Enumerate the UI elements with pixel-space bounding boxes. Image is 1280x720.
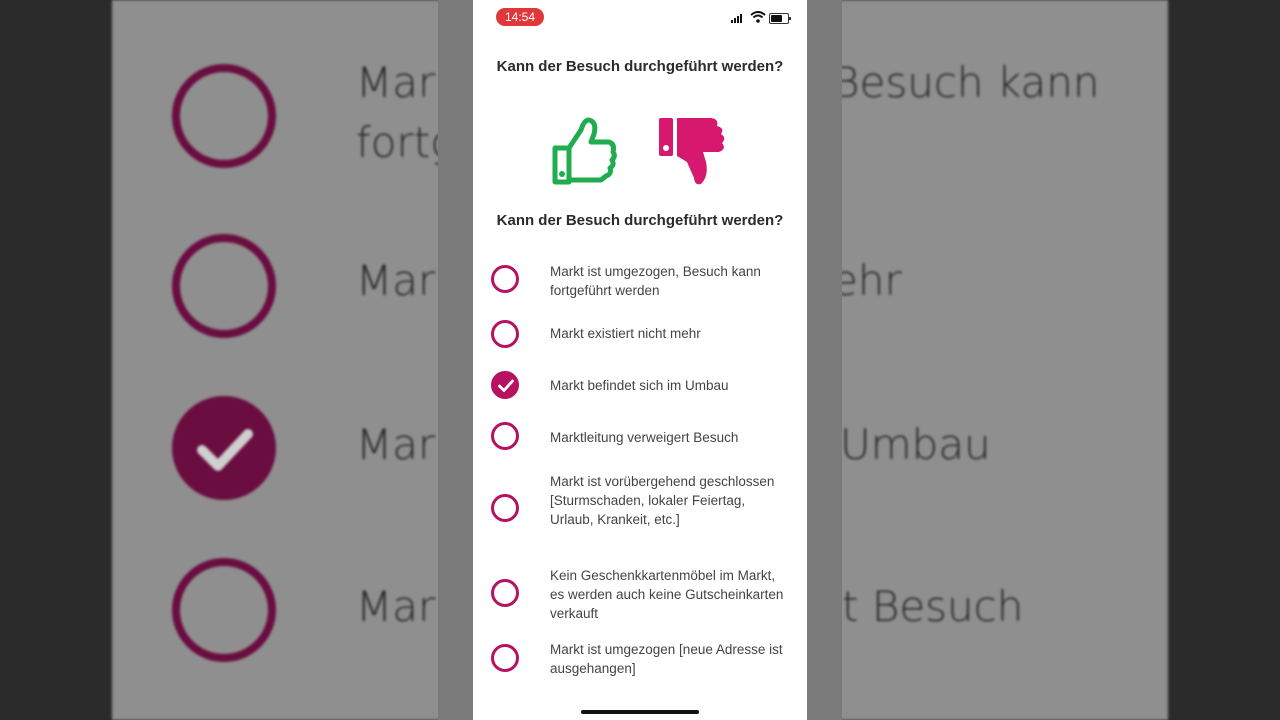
thumbs-up-icon[interactable] bbox=[551, 116, 617, 186]
phone-screen: 14:54 Kann der Besuch durchgeführt werde… bbox=[473, 0, 807, 720]
radio-button-checked[interactable] bbox=[491, 371, 519, 399]
bg-text: Mar bbox=[356, 256, 436, 305]
bg-radio-icon bbox=[172, 558, 276, 662]
option-item[interactable]: Markt existiert nicht mehr bbox=[489, 318, 799, 352]
bg-text: Umbau bbox=[840, 420, 991, 469]
option-label: Marktleitung verweigert Besuch bbox=[550, 430, 739, 445]
option-label: Markt befindet sich im Umbau bbox=[550, 378, 729, 393]
radio-button[interactable] bbox=[491, 494, 519, 522]
option-label: Markt ist vorübergehend geschlossen [Stu… bbox=[550, 474, 775, 527]
option-item[interactable]: Markt ist vorübergehend geschlossen [Stu… bbox=[489, 472, 799, 552]
status-bar: 14:54 bbox=[473, 0, 807, 34]
wifi-icon bbox=[750, 11, 766, 23]
radio-button[interactable] bbox=[491, 579, 519, 607]
bg-text: Mar bbox=[356, 582, 436, 631]
checkmark-icon bbox=[498, 379, 514, 392]
bg-text: Besuch kann bbox=[832, 58, 1100, 107]
bg-text: Mar bbox=[356, 420, 436, 469]
bg-radio-icon bbox=[172, 234, 276, 338]
right-dark-bar bbox=[1168, 0, 1280, 720]
question-title-2: Kann der Besuch durchgeführt werden? bbox=[496, 212, 784, 229]
bg-text: ehr bbox=[832, 256, 902, 305]
option-item[interactable]: Markt ist umgezogen, Besuch kann fortgef… bbox=[489, 262, 799, 302]
bg-text: t Besuch bbox=[842, 582, 1024, 631]
option-item[interactable]: Kein Geschenkkartenmöbel im Markt, es we… bbox=[489, 566, 799, 626]
option-label: Kein Geschenkkartenmöbel im Markt, es we… bbox=[550, 568, 784, 621]
radio-button[interactable] bbox=[491, 644, 519, 672]
radio-button[interactable] bbox=[491, 422, 519, 450]
status-time: 14:54 bbox=[496, 8, 544, 26]
option-label: Markt ist umgezogen, Besuch kann fortgef… bbox=[550, 264, 761, 298]
radio-button[interactable] bbox=[491, 320, 519, 348]
question-title-1: Kann der Besuch durchgeführt werden? bbox=[496, 58, 784, 75]
option-item[interactable]: Markt ist umgezogen [neue Adresse ist au… bbox=[489, 640, 799, 682]
bg-radio-icon bbox=[172, 64, 276, 168]
option-item-selected[interactable]: Markt befindet sich im Umbau bbox=[489, 369, 799, 403]
bg-radio-checked-icon bbox=[172, 396, 276, 500]
option-label: Markt ist umgezogen [neue Adresse ist au… bbox=[550, 642, 783, 676]
option-label: Markt existiert nicht mehr bbox=[550, 326, 701, 341]
thumbs-down-icon[interactable] bbox=[659, 116, 729, 186]
bg-text: Mar bbox=[356, 58, 436, 107]
battery-icon bbox=[769, 13, 791, 24]
left-dark-bar bbox=[0, 0, 112, 720]
radio-button[interactable] bbox=[491, 265, 519, 293]
option-item[interactable]: Marktleitung verweigert Besuch bbox=[489, 420, 799, 454]
home-indicator[interactable] bbox=[581, 710, 699, 714]
